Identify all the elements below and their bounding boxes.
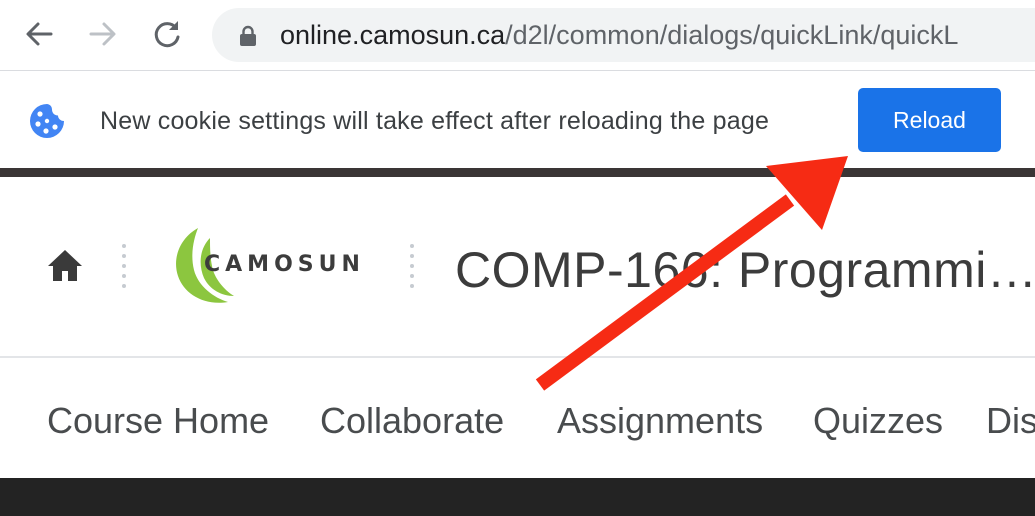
header-divider (410, 244, 414, 294)
course-title[interactable]: COMP-166: Programmi… (455, 240, 1035, 300)
url-path: /d2l/common/dialogs/quickLink/quickL (505, 20, 959, 50)
top-dark-bar (0, 168, 1035, 177)
infobar-message: New cookie settings will take effect aft… (100, 107, 770, 135)
camosun-logo[interactable]: CAMOSUN (166, 224, 376, 308)
nav-assignments[interactable]: Assignments (557, 400, 763, 442)
lock-icon[interactable] (239, 25, 257, 47)
nav-collaborate[interactable]: Collaborate (320, 400, 504, 442)
address-bar[interactable]: online.camosun.ca/d2l/common/dialogs/qui… (212, 8, 1035, 62)
course-navbar: Course Home Collaborate Assignments Quiz… (0, 358, 1035, 478)
nav-course-home[interactable]: Course Home (47, 400, 269, 442)
home-icon[interactable] (46, 247, 84, 285)
forward-icon[interactable] (85, 16, 121, 52)
header-divider (122, 244, 126, 294)
back-icon[interactable] (21, 16, 57, 52)
bottom-dark-bar (0, 478, 1035, 516)
cookie-infobar: New cookie settings will take effect aft… (0, 71, 1035, 169)
reload-page-icon[interactable] (149, 16, 185, 52)
svg-text:CAMOSUN: CAMOSUN (204, 252, 365, 277)
nav-discussions[interactable]: Dis (986, 400, 1035, 442)
reload-button[interactable]: Reload (858, 88, 1001, 152)
browser-toolbar: online.camosun.ca/d2l/common/dialogs/qui… (0, 0, 1035, 70)
cookie-icon (30, 104, 64, 138)
url-text[interactable]: online.camosun.ca/d2l/common/dialogs/qui… (280, 20, 958, 50)
url-host: online.camosun.ca (280, 20, 506, 50)
nav-quizzes[interactable]: Quizzes (813, 400, 943, 442)
